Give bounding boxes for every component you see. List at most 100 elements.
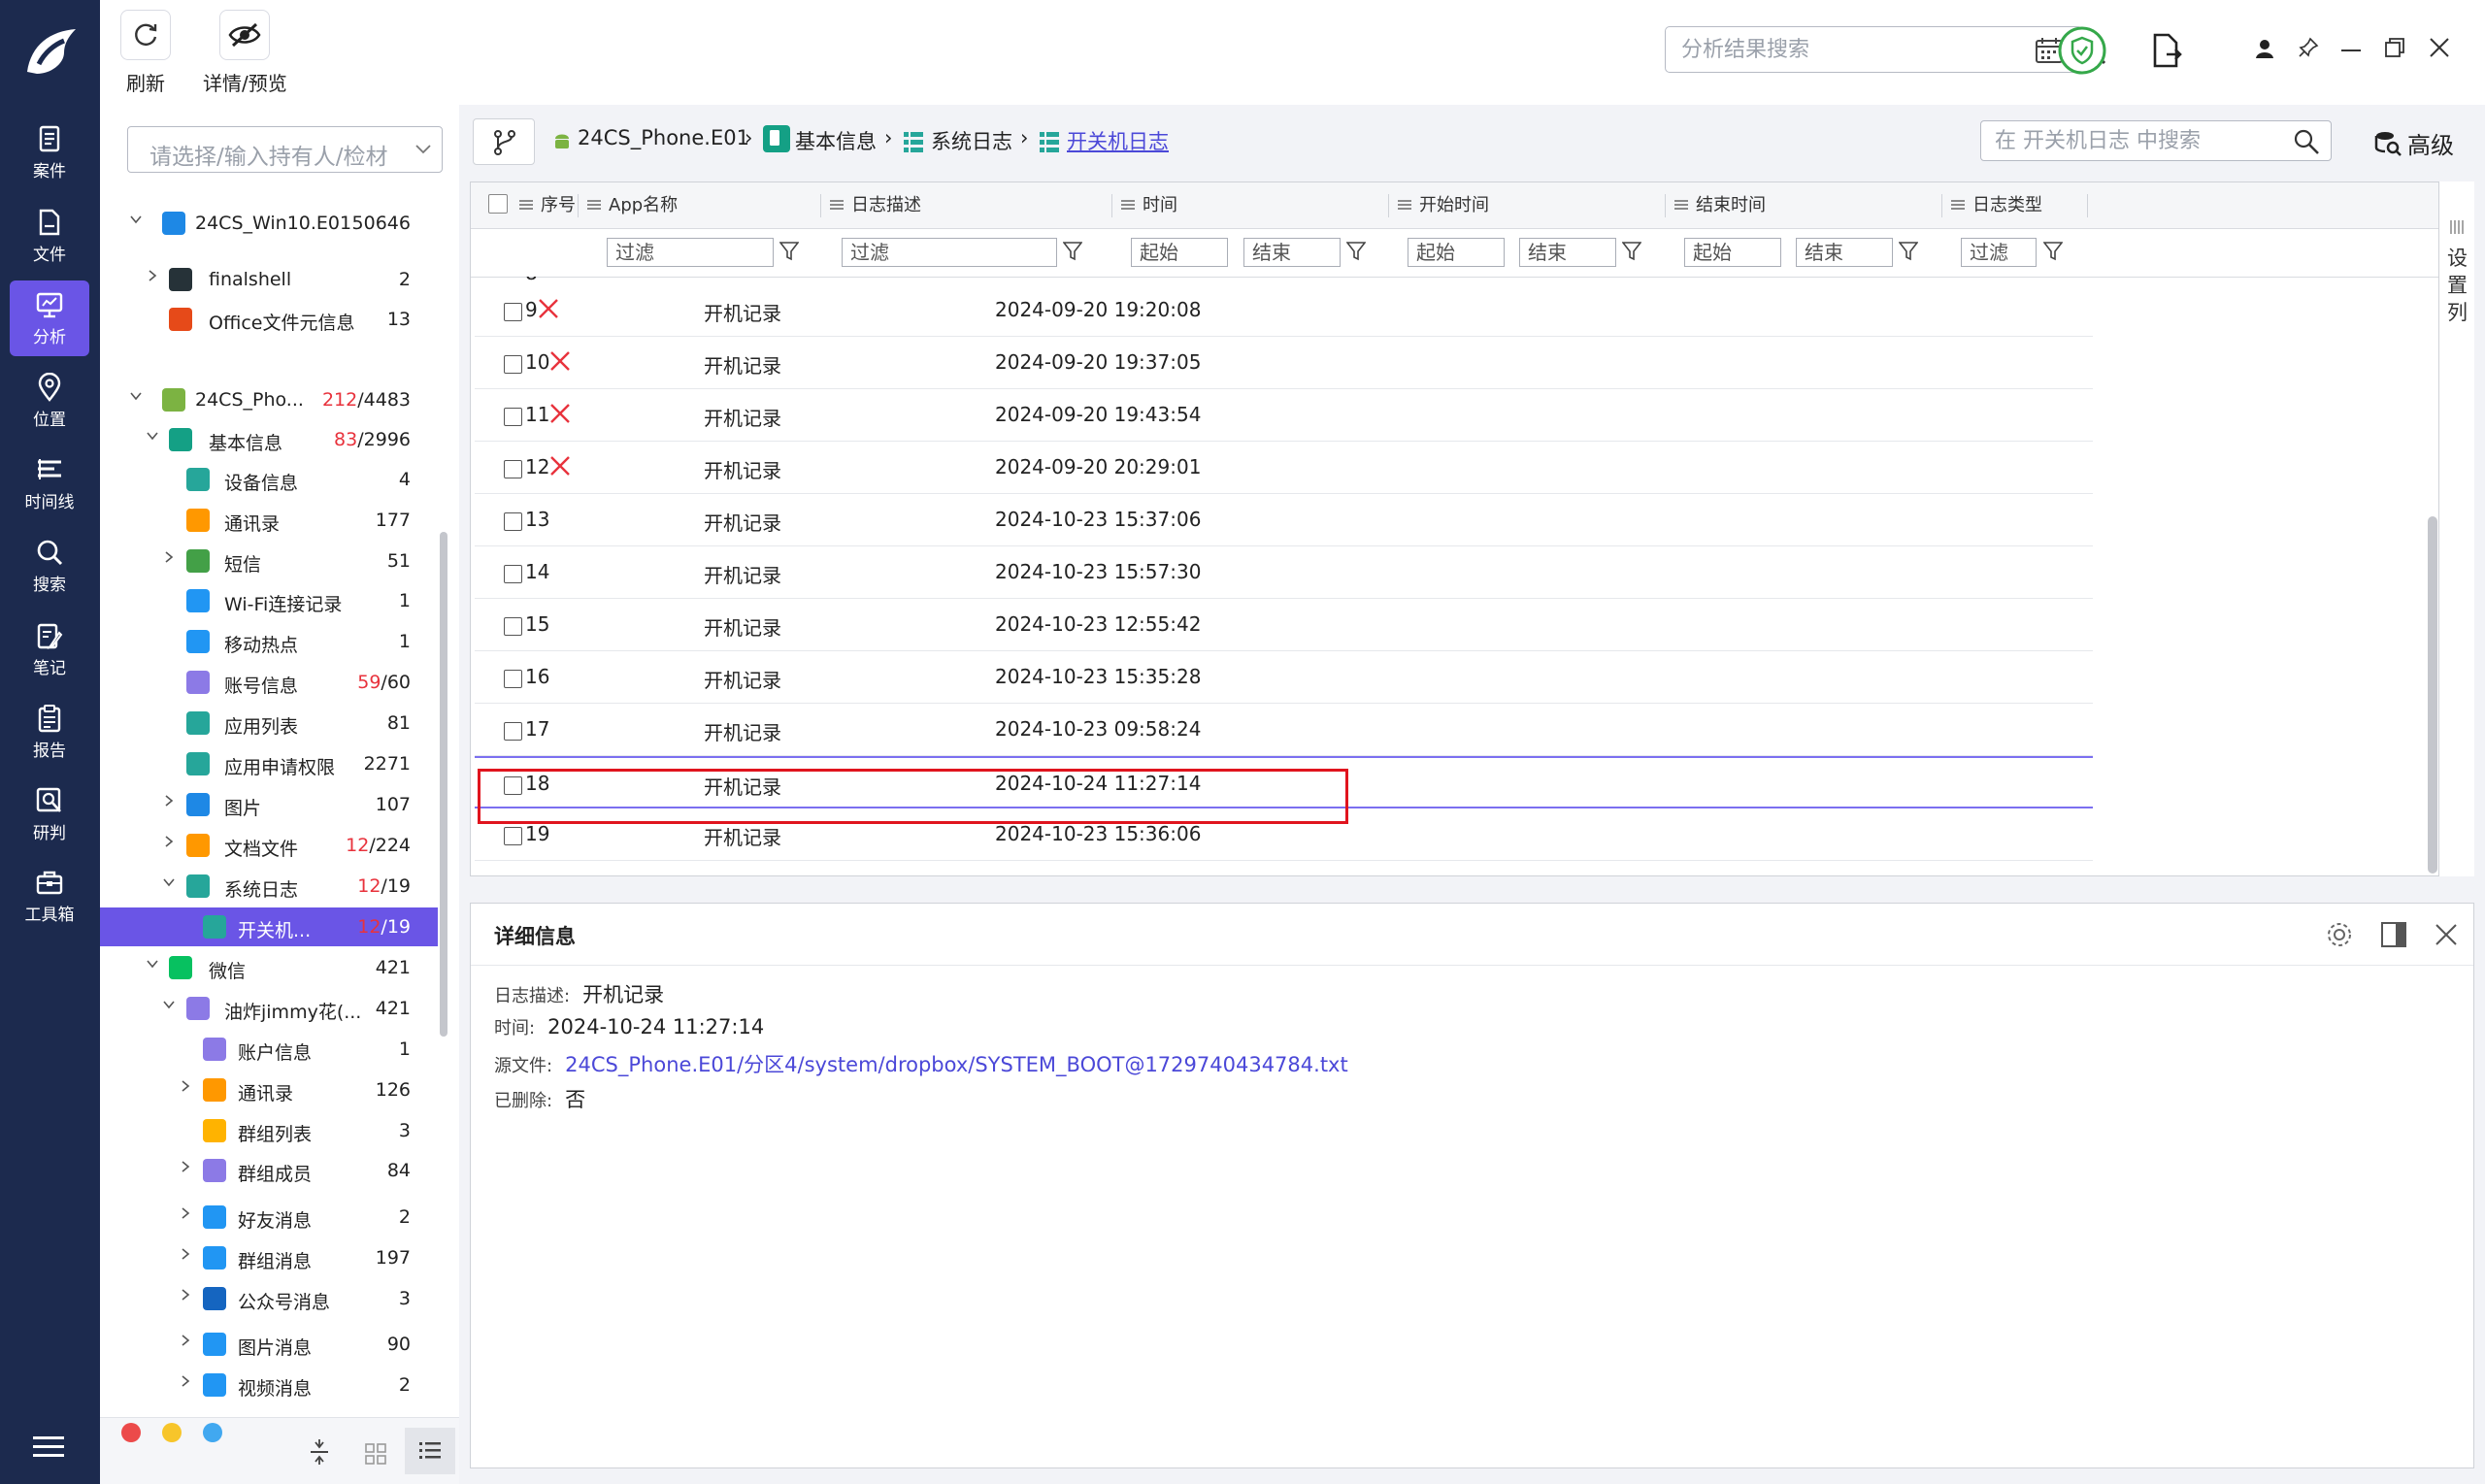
chevron-down-icon[interactable] [146,957,159,971]
tree-item[interactable]: Office文件元信息 13 [100,300,438,339]
tree-item[interactable]: 系统日志 12/19 [100,867,438,906]
column-header-index[interactable]: 序号 [519,182,576,229]
tree-item[interactable]: 应用申请权限 2271 [100,744,438,783]
breadcrumb-item-syslog[interactable]: 系统日志 [931,126,1012,155]
filter-funnel-icon[interactable] [2043,241,2063,262]
table-row[interactable]: 10 开机记录 2024-09-20 19:37:05 [475,337,2093,389]
chevron-right-icon[interactable] [146,269,159,282]
tree-item[interactable]: 账号信息 59/60 [100,663,438,702]
chevron-right-icon[interactable] [162,550,176,564]
filter-input-filter[interactable]: 过滤 [1961,238,2037,267]
pin-icon[interactable] [2298,37,2319,58]
breadcrumb-item-power-log[interactable]: 开关机日志 [1067,126,1169,155]
red-status-dot[interactable] [121,1423,141,1442]
table-row[interactable]: 15 开机记录 2024-10-23 12:55:42 [475,599,2093,651]
tree-item[interactable]: 公众号消息 3 [100,1279,438,1318]
refresh-button[interactable]: 刷新 [120,10,171,96]
chevron-right-icon[interactable] [179,1160,192,1173]
nav-item-judgment[interactable]: 研判 [10,776,89,852]
filter-input-end[interactable]: 结束 [1796,238,1893,267]
holder-select[interactable]: 请选择/输入持有人/检材 [127,126,443,173]
breadcrumb-item-device[interactable]: 24CS_Phone.E01 [578,126,749,149]
column-separator[interactable] [1111,194,1112,217]
grid-view-icon[interactable] [365,1443,386,1465]
filter-funnel-icon[interactable] [1622,241,1641,262]
filter-input-end[interactable]: 结束 [1243,238,1341,267]
chevron-down-icon[interactable] [162,998,176,1011]
chevron-down-icon[interactable] [146,429,159,443]
column-separator[interactable] [820,194,821,217]
table-row[interactable]: 16 开机记录 2024-10-23 15:35:28 [475,651,2093,704]
tree-item[interactable]: 视频消息 2 [100,1366,438,1404]
column-header-time[interactable]: 时间 [1121,182,1177,229]
tree-item[interactable]: 好友消息 2 [100,1198,438,1237]
list-view-button[interactable] [405,1428,455,1474]
row-checkbox[interactable] [504,827,522,845]
grid-search-input[interactable] [1993,128,2274,154]
row-checkbox[interactable] [504,722,522,741]
chevron-right-icon[interactable] [179,1374,192,1388]
nav-item-toolbox[interactable]: 工具箱 [10,858,89,934]
filter-funnel-icon[interactable] [1899,241,1918,262]
tree-item[interactable]: 图片消息 90 [100,1325,438,1364]
filter-input-filter[interactable]: 过滤 [842,238,1057,267]
nav-item-location[interactable]: 位置 [10,363,89,439]
search-icon[interactable] [2294,129,2319,154]
preview-button[interactable]: 详情/预览 [203,10,287,96]
tree-item[interactable]: 应用列表 81 [100,704,438,742]
chevron-right-icon[interactable] [179,1288,192,1302]
chevron-down-icon[interactable] [129,213,143,226]
analysis-search-input[interactable] [1679,37,1971,63]
chevron-right-icon[interactable] [179,1334,192,1347]
breadcrumb-item-basic-info[interactable]: 基本信息 [795,126,877,155]
tree-item[interactable]: finalshell 2 [100,260,438,299]
chevron-right-icon[interactable] [179,1079,192,1093]
filter-funnel-icon[interactable] [1346,241,1366,262]
filter-input-end[interactable]: 结束 [1519,238,1616,267]
row-checkbox[interactable] [504,617,522,636]
tree-item[interactable]: 账户信息 1 [100,1030,438,1069]
chevron-right-icon[interactable] [179,1206,192,1220]
filter-input-start[interactable]: 起始 [1408,238,1505,267]
chevron-right-icon[interactable] [162,794,176,808]
chevron-down-icon[interactable] [162,875,176,889]
tree-item[interactable]: 图片 107 [100,785,438,824]
table-row[interactable]: 14 开机记录 2024-10-23 15:57:30 [475,546,2093,599]
menu-icon[interactable] [33,1435,64,1458]
filter-funnel-icon[interactable] [779,241,799,262]
nav-item-analysis[interactable]: 分析 [10,280,89,356]
row-checkbox[interactable] [504,355,522,374]
row-checkbox[interactable] [504,408,522,426]
detail-source-link[interactable]: 24CS_Phone.E01/分区4/system/dropbox/SYSTEM… [565,1053,1348,1076]
row-checkbox[interactable] [504,460,522,478]
user-icon[interactable] [2255,39,2274,58]
tree-item[interactable]: 群组成员 84 [100,1151,438,1190]
export-icon[interactable] [2151,33,2182,68]
table-row[interactable]: 12 开机记录 2024-09-20 20:29:01 [475,442,2093,494]
tree-item[interactable]: 群组消息 197 [100,1238,438,1277]
row-checkbox[interactable] [504,512,522,531]
nav-item-file[interactable]: 文件 [10,198,89,274]
tree-item[interactable]: 移动热点 1 [100,622,438,661]
restore-icon[interactable] [2384,37,2405,58]
yellow-status-dot[interactable] [162,1423,182,1442]
tree-item[interactable]: 基本信息 83/2996 [100,420,438,459]
column-header-type[interactable]: 日志类型 [1951,182,2042,229]
select-all-checkbox[interactable] [488,194,508,214]
tree-item[interactable]: 群组列表 3 [100,1111,438,1150]
tree-item[interactable]: 24CS_Win10.E01 50646 [100,204,438,243]
table-scrollbar[interactable] [2428,516,2437,874]
tree-item[interactable]: Wi-Fi连接记录 1 [100,581,438,620]
nav-item-case[interactable]: 案件 [10,115,89,190]
close-icon[interactable] [2435,923,2458,946]
nav-item-timeline[interactable]: 时间线 [10,445,89,521]
filter-input-start[interactable]: 起始 [1131,238,1228,267]
tree-item[interactable]: 短信 51 [100,542,438,580]
tree-item[interactable]: 微信 421 [100,948,438,987]
tree-item[interactable]: 开关机... 12/19 [100,907,438,946]
column-header-app[interactable]: App名称 [587,182,678,229]
panel-toggle-icon[interactable] [2380,921,2407,948]
column-header-end[interactable]: 结束时间 [1674,182,1766,229]
tree-item[interactable]: 油炸jimmy花(... 421 [100,989,438,1028]
column-header-start[interactable]: 开始时间 [1398,182,1489,229]
